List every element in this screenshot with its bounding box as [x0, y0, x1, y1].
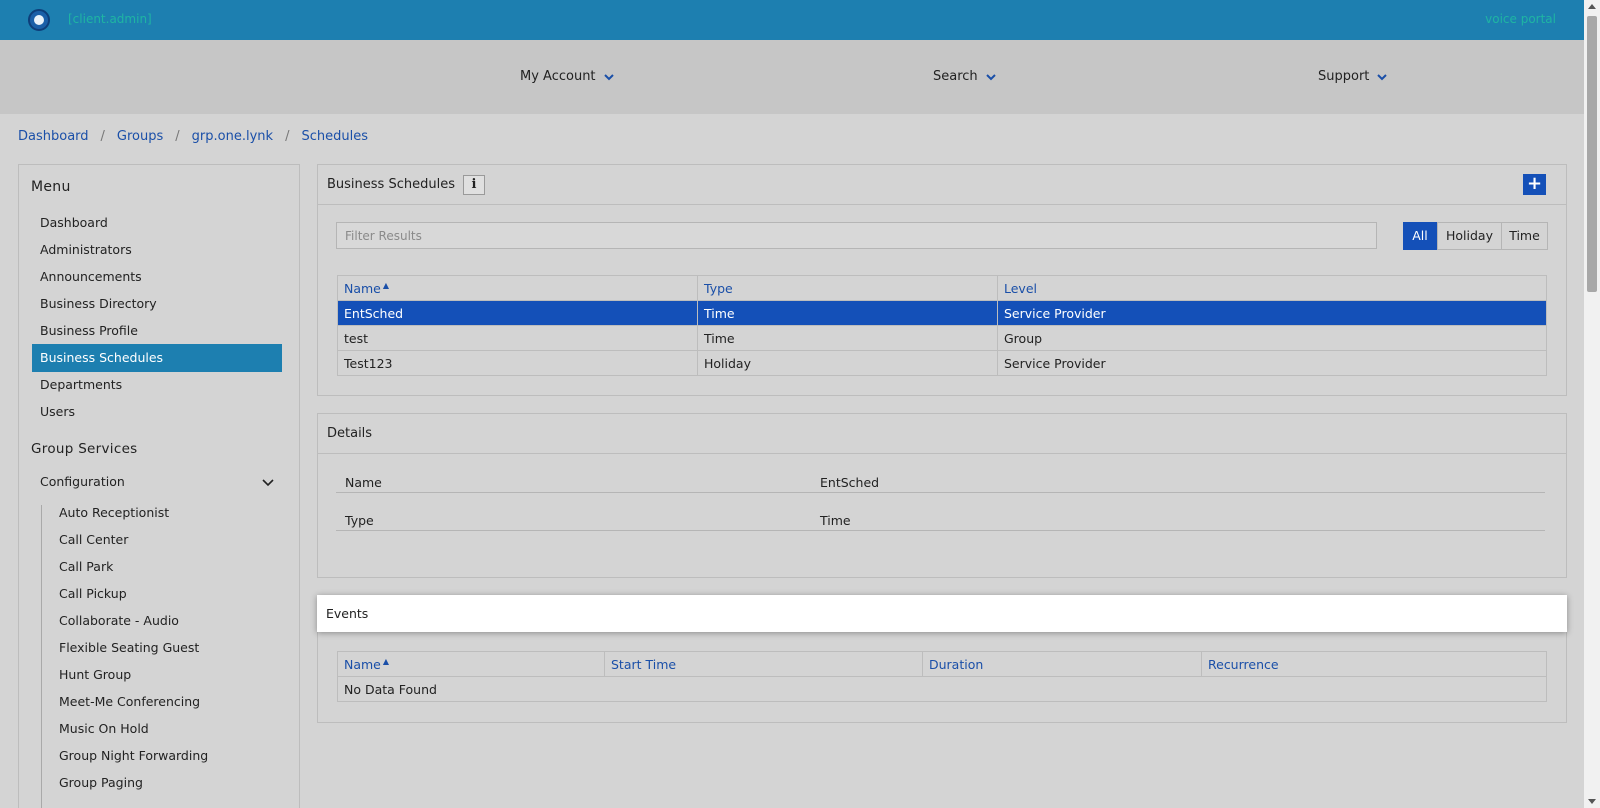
column-header-level[interactable]: Level [997, 275, 1547, 301]
sidebar-subitem-flexible-seating-guest[interactable]: Flexible Seating Guest [59, 636, 199, 660]
sidebar-item-business-directory[interactable]: Business Directory [32, 290, 282, 318]
sidebar-subitem-hunt-group[interactable]: Hunt Group [59, 663, 131, 687]
cell-name: Test123 [337, 350, 698, 376]
detail-row-type: Type Time [336, 493, 1545, 531]
filter-time-button[interactable]: Time [1501, 222, 1548, 250]
details-title: Details [327, 426, 373, 441]
filter-holiday-button[interactable]: Holiday [1437, 222, 1502, 250]
detail-value: Time [820, 513, 851, 528]
column-header-type[interactable]: Type [697, 275, 998, 301]
nav-support-label: Support [1318, 69, 1370, 84]
business-schedules-title: Business Schedules [327, 177, 455, 192]
cell-level: Group [997, 325, 1547, 351]
table-header-row: Name ▲ Start Time Duration Recurrence [337, 651, 1547, 677]
sidebar-item-business-schedules[interactable]: Business Schedules [32, 344, 282, 372]
nav-my-account-label: My Account [520, 69, 596, 84]
business-schedules-panel: Business Schedules i + All Holiday Time … [317, 164, 1567, 396]
breadcrumb-separator: / [175, 129, 180, 144]
events-title: Events [326, 606, 369, 621]
sidebar-item-dashboard[interactable]: Dashboard [32, 209, 282, 237]
page-scrollbar[interactable] [1584, 0, 1600, 808]
info-icon[interactable]: i [462, 174, 485, 195]
sidebar-item-announcements[interactable]: Announcements [32, 263, 282, 291]
nav-support[interactable]: Support [1318, 69, 1388, 84]
cell-name: EntSched [337, 300, 698, 326]
nav-my-account[interactable]: My Account [520, 69, 614, 84]
filter-all-button[interactable]: All [1403, 222, 1437, 250]
table-row[interactable]: Test123 Holiday Service Provider [337, 350, 1547, 376]
cell-type: Holiday [697, 350, 998, 376]
column-header-name[interactable]: Name ▲ [337, 651, 605, 677]
sidebar-item-users[interactable]: Users [32, 398, 282, 426]
table-row[interactable]: EntSched Time Service Provider [337, 300, 1547, 326]
empty-message: No Data Found [337, 676, 1547, 702]
cell-type: Time [697, 300, 998, 326]
sidebar: Menu Dashboard Administrators Announceme… [18, 164, 300, 808]
table-header-row: Name ▲ Type Level [337, 275, 1547, 301]
cell-level: Service Provider [997, 300, 1547, 326]
sidebar-item-departments[interactable]: Departments [32, 371, 282, 399]
nav-search[interactable]: Search [933, 69, 996, 84]
chevron-down-icon [985, 72, 996, 82]
configuration-label: Configuration [40, 474, 125, 489]
sidebar-subitem-call-park[interactable]: Call Park [59, 555, 113, 579]
detail-row-name: Name EntSched [336, 455, 1545, 493]
table-row: No Data Found [337, 676, 1547, 702]
user-label: [client.admin] [68, 12, 152, 26]
events-table: Name ▲ Start Time Duration Recurrence No … [337, 651, 1547, 702]
sidebar-subitem-collaborate-audio[interactable]: Collaborate - Audio [59, 609, 179, 633]
group-services-title: Group Services [31, 441, 138, 457]
breadcrumb-separator: / [285, 129, 290, 144]
chevron-down-icon [262, 477, 274, 487]
details-panel: Details Name EntSched Type Time [317, 413, 1567, 578]
events-header[interactable]: Events [317, 595, 1567, 632]
sidebar-subitem-music-on-hold[interactable]: Music On Hold [59, 717, 149, 741]
breadcrumb: Dashboard / Groups / grp.one.lynk / Sche… [18, 129, 368, 144]
chevron-down-icon [1377, 72, 1388, 82]
column-header-name[interactable]: Name ▲ [337, 275, 698, 301]
sidebar-subitem-auto-receptionist[interactable]: Auto Receptionist [59, 501, 169, 525]
business-schedules-header: Business Schedules i [318, 165, 1566, 205]
sidebar-subitem-call-pickup[interactable]: Call Pickup [59, 582, 127, 606]
sort-asc-icon: ▲ [382, 280, 390, 290]
detail-label: Type [345, 513, 374, 528]
breadcrumb-groups[interactable]: Groups [117, 129, 163, 144]
cell-type: Time [697, 325, 998, 351]
column-header-start-time[interactable]: Start Time [604, 651, 923, 677]
sidebar-subitem-group-night-forwarding[interactable]: Group Night Forwarding [59, 744, 208, 768]
schedules-table: Name ▲ Type Level EntSched Time Service P… [337, 275, 1547, 376]
breadcrumb-group[interactable]: grp.one.lynk [192, 129, 273, 144]
menu-title: Menu [31, 179, 71, 195]
top-bar: [client.admin] voice portal [0, 0, 1584, 40]
column-header-recurrence[interactable]: Recurrence [1201, 651, 1547, 677]
scroll-down-icon[interactable] [1588, 799, 1596, 804]
cell-name: test [337, 325, 698, 351]
cell-level: Service Provider [997, 350, 1547, 376]
submenu-divider [41, 505, 42, 808]
filter-input[interactable] [336, 222, 1377, 249]
sidebar-subitem-group-paging[interactable]: Group Paging [59, 771, 143, 795]
detail-label: Name [345, 475, 382, 490]
sidebar-item-administrators[interactable]: Administrators [32, 236, 282, 264]
sidebar-item-business-profile[interactable]: Business Profile [32, 317, 282, 345]
nav-bar: My Account Search Support [0, 40, 1584, 114]
scroll-up-icon[interactable] [1588, 4, 1596, 9]
breadcrumb-dashboard[interactable]: Dashboard [18, 129, 89, 144]
logo-icon[interactable] [28, 9, 50, 31]
table-row[interactable]: test Time Group [337, 325, 1547, 351]
add-schedule-button[interactable]: + [1523, 174, 1546, 195]
sidebar-subitem-call-center[interactable]: Call Center [59, 528, 128, 552]
chevron-down-icon [603, 72, 614, 82]
detail-value: EntSched [820, 475, 880, 490]
portal-label: voice portal [1485, 12, 1556, 26]
breadcrumb-separator: / [100, 129, 105, 144]
sort-asc-icon: ▲ [382, 656, 390, 666]
breadcrumb-schedules[interactable]: Schedules [301, 129, 368, 144]
sidebar-subitem-meet-me-conferencing[interactable]: Meet-Me Conferencing [59, 690, 200, 714]
nav-search-label: Search [933, 69, 978, 84]
column-header-duration[interactable]: Duration [922, 651, 1202, 677]
configuration-toggle[interactable]: Configuration [40, 470, 274, 494]
scroll-thumb[interactable] [1587, 16, 1597, 292]
details-header: Details [318, 414, 1566, 454]
